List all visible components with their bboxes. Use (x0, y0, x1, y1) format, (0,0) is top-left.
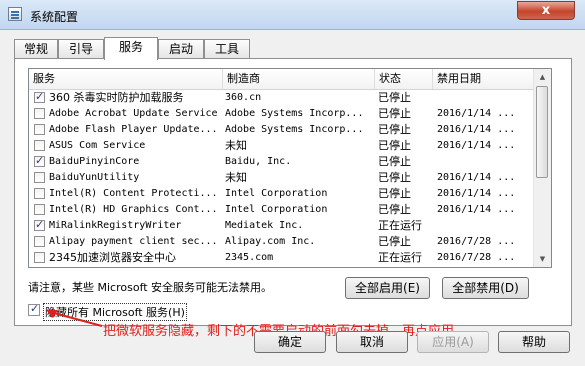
service-checkbox[interactable] (34, 218, 45, 231)
annotation-arrow (46, 310, 103, 327)
scroll-up-icon[interactable]: ▲ (535, 69, 550, 85)
service-name: Intel(R) Content Protecti... (49, 188, 218, 199)
service-name: Intel(R) HD Graphics Cont... (49, 204, 218, 215)
system-config-icon (8, 7, 22, 21)
table-row[interactable]: 360 杀毒实时防护加载服务 360.cn 已停止 (29, 90, 535, 106)
scroll-down-icon[interactable]: ▼ (535, 251, 550, 267)
close-button[interactable]: x (517, 1, 575, 20)
service-name: 2345加速浏览器安全中心 (49, 251, 176, 264)
hide-microsoft-checkbox[interactable] (28, 302, 40, 316)
service-name: MiRalinkRegistryWriter (49, 220, 182, 231)
service-status: 正在运行 (378, 219, 422, 232)
vertical-scrollbar[interactable]: ▲ ▼ (533, 69, 551, 267)
service-maker: 未知 (225, 171, 247, 184)
service-maker: Intel Corporation (225, 204, 328, 215)
service-name: BaiduPinyinCore (49, 156, 140, 167)
service-checkbox[interactable] (34, 204, 45, 215)
list-rows: 360 杀毒实时防护加载服务360.cn已停止Adobe Acrobat Upd… (29, 90, 535, 266)
service-checkbox[interactable] (34, 124, 45, 135)
tab-general[interactable]: 常规 (14, 39, 58, 59)
tab-tools[interactable]: 工具 (204, 39, 250, 59)
service-maker: Baidu, Inc. (225, 156, 292, 167)
service-disabled-date: 2016/7/28 ... (437, 236, 516, 247)
service-checkbox[interactable] (34, 90, 45, 103)
scroll-thumb[interactable] (536, 86, 548, 178)
table-row[interactable]: BaiduPinyinCore Baidu, Inc. 已停止 (29, 154, 535, 170)
service-maker: 360.cn (225, 92, 262, 103)
service-status: 已停止 (378, 123, 411, 136)
service-maker: Adobe Systems Incorp... (225, 108, 364, 119)
service-status: 已停止 (378, 171, 411, 184)
service-disabled-date: 2016/1/14 ... (437, 140, 516, 151)
service-maker: Alipay.com Inc. (225, 236, 316, 247)
enable-all-button[interactable]: 全部启用(E) (345, 277, 430, 299)
service-disabled-date: 2016/7/28 ... (437, 252, 516, 263)
service-status: 正在运行 (378, 251, 422, 264)
disable-all-button[interactable]: 全部禁用(D) (442, 277, 529, 299)
service-maker: Mediatek Inc. (225, 220, 304, 231)
column-header-maker[interactable]: 制造商 (223, 69, 375, 89)
table-row[interactable]: ASUS Com Service 未知 已停止 2016/1/14 ... (29, 138, 535, 154)
table-row[interactable]: MiRalinkRegistryWriter Mediatek Inc. 正在运行 (29, 218, 535, 234)
service-checkbox[interactable] (34, 108, 45, 119)
service-name: Alipay payment client sec... (49, 236, 218, 247)
service-status: 已停止 (378, 107, 411, 120)
service-checkbox[interactable] (34, 188, 45, 199)
tab-services[interactable]: 服务 (104, 37, 158, 60)
service-maker: Intel Corporation (225, 188, 328, 199)
service-name: Adobe Acrobat Update Service (49, 108, 218, 119)
service-checkbox[interactable] (34, 236, 45, 247)
service-status: 已停止 (378, 155, 411, 168)
column-header-status[interactable]: 状态 (375, 69, 433, 89)
service-status: 已停止 (378, 203, 411, 216)
column-header-service[interactable]: 服务 (29, 69, 223, 89)
title-bar: 系统配置 x (0, 0, 585, 30)
service-disabled-date (437, 154, 533, 170)
service-status: 已停止 (378, 235, 411, 248)
service-disabled-date (437, 90, 533, 106)
service-status: 已停止 (378, 91, 411, 104)
security-note: 请注意，某些 Microsoft 安全服务可能无法禁用。 (28, 281, 273, 294)
service-disabled-date: 2016/1/14 ... (437, 172, 516, 183)
service-name: 360 杀毒实时防护加载服务 (49, 91, 184, 104)
service-status: 已停止 (378, 139, 411, 152)
column-header-disabled-date[interactable]: 禁用日期 (433, 69, 535, 89)
ok-button[interactable]: 确定 (254, 331, 326, 353)
table-row[interactable]: 2345加速浏览器安全中心 2345.com 正在运行 2016/7/28 ... (29, 250, 535, 266)
service-maker: 未知 (225, 139, 247, 152)
service-checkbox[interactable] (34, 154, 45, 167)
apply-button[interactable]: 应用(A) (417, 331, 489, 353)
list-header: 服务 制造商 状态 禁用日期 (29, 69, 535, 90)
tab-startup[interactable]: 启动 (158, 39, 204, 59)
table-row[interactable]: BaiduYunUtility 未知 已停止 2016/1/14 ... (29, 170, 535, 186)
service-name: BaiduYunUtility (49, 172, 140, 183)
table-row[interactable]: Alipay payment client sec... Alipay.com I… (29, 234, 535, 250)
services-list[interactable]: 服务 制造商 状态 禁用日期 360 杀毒实时防护加载服务360.cn已停止Ad… (28, 68, 552, 268)
service-disabled-date: 2016/1/14 ... (437, 124, 516, 135)
table-row[interactable]: Adobe Flash Player Update... Adobe System… (29, 122, 535, 138)
service-checkbox[interactable] (34, 252, 45, 263)
table-row[interactable]: Intel(R) HD Graphics Cont... Intel Corpor… (29, 202, 535, 218)
service-disabled-date: 2016/1/14 ... (437, 188, 516, 199)
cancel-button[interactable]: 取消 (336, 331, 408, 353)
service-checkbox[interactable] (34, 172, 45, 183)
table-row[interactable]: Intel(R) Content Protecti... Intel Corpor… (29, 186, 535, 202)
service-name: Adobe Flash Player Update... (49, 124, 218, 135)
service-status: 已停止 (378, 187, 411, 200)
service-disabled-date (437, 218, 533, 234)
service-checkbox[interactable] (34, 140, 45, 151)
help-button[interactable]: 帮助 (498, 331, 570, 353)
service-disabled-date: 2016/1/14 ... (437, 108, 516, 119)
service-disabled-date: 2016/1/14 ... (437, 204, 516, 215)
service-maker: 2345.com (225, 252, 274, 263)
service-maker: Adobe Systems Incorp... (225, 124, 364, 135)
service-name: ASUS Com Service (49, 140, 146, 151)
tab-boot[interactable]: 引导 (58, 39, 104, 59)
table-row[interactable]: Adobe Acrobat Update Service Adobe System… (29, 106, 535, 122)
window-title: 系统配置 (30, 10, 79, 24)
